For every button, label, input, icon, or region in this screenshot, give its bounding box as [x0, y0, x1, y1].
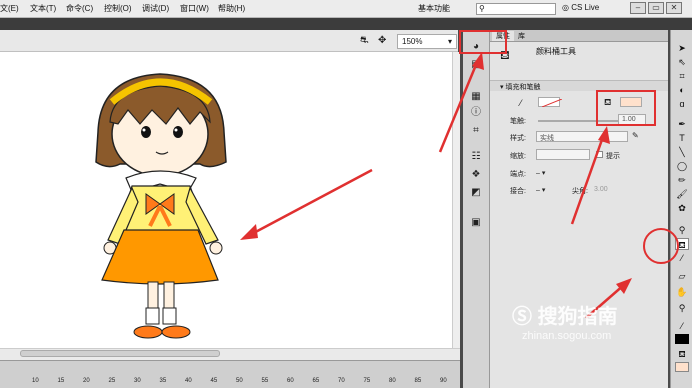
- sogou-logo-icon: Ⓢ: [512, 306, 538, 328]
- watermark-url: zhinan.sogou.com: [522, 330, 612, 342]
- watermark-brand: Ⓢ 搜狗指南: [512, 306, 618, 328]
